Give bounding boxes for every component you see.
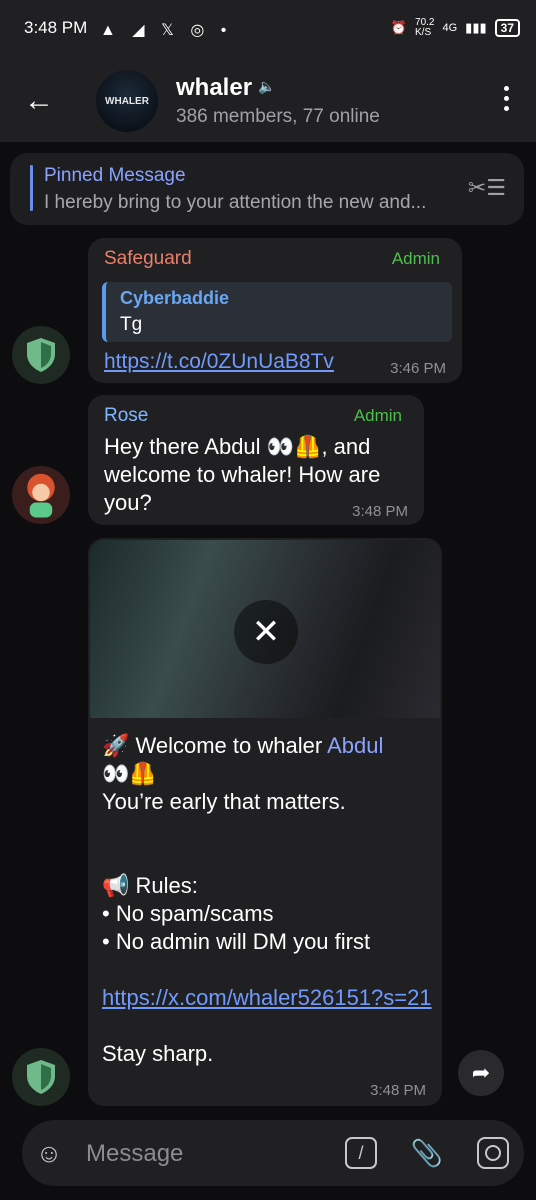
message-link[interactable]: https://t.co/0ZUnUaB8Tv [104, 348, 334, 376]
message-input[interactable]: Message [86, 1140, 183, 1168]
shield-icon [27, 1060, 55, 1094]
alarm-icon: ⏰ [390, 20, 408, 35]
rule-item: • No admin will DM you first [102, 929, 371, 954]
pin-list-icon[interactable]: ✂☰ [468, 175, 506, 201]
network-speed: 70.2 K/S [415, 17, 435, 38]
pinned-message-bar[interactable]: Pinned Message I hereby bring to your at… [10, 153, 524, 225]
message-link[interactable]: https://x.com/whaler526151?s=21 [102, 984, 432, 1012]
emoji-icon[interactable]: ☺ [30, 1134, 68, 1172]
status-time: 3:48 PM [24, 18, 88, 37]
media-preview[interactable]: ✕ [90, 540, 440, 718]
message-bubble[interactable]: Rose Admin Hey there Abdul 👀🦺, and welco… [88, 395, 424, 525]
admin-badge: Admin [353, 406, 402, 425]
signal-icon: ▮▮▮ [465, 20, 487, 35]
safeguard-avatar[interactable] [12, 326, 70, 384]
group-subtitle: 386 members, 77 online [176, 106, 380, 127]
pinned-title: Pinned Message [44, 165, 186, 186]
battery-indicator: 37 [494, 19, 520, 37]
status-right: ⏰ 70.2 K/S 4G ▮▮▮ 37 [391, 18, 520, 38]
admin-badge: Admin [391, 249, 440, 268]
pinned-indicator [30, 165, 33, 211]
forward-icon[interactable]: ➦ [458, 1050, 504, 1096]
rule-item: • No spam/scams [102, 901, 274, 926]
message-time: 3:46 PM [390, 360, 446, 377]
back-arrow-icon[interactable]: ← [24, 86, 54, 116]
message-input-bar: ☺ Message / 📎 [22, 1120, 524, 1186]
sender-name[interactable]: Safeguard [104, 248, 192, 270]
mention-name[interactable]: Abdul [327, 733, 383, 758]
early-line: You’re early that matters. [102, 789, 346, 814]
message-time: 3:48 PM [352, 503, 408, 520]
status-bar: 3:48 PM ▲ ◢ 𝕏 ◎ • ⏰ 70.2 K/S 4G ▮▮▮ 37 [0, 0, 536, 60]
camera-icon[interactable] [474, 1134, 512, 1172]
message-bubble[interactable]: ✕ 🚀 Welcome to whaler Abdul 👀🦺 You’re ea… [88, 538, 442, 1106]
chat-header: ← WHALER whaler 🔈 386 members, 77 online [0, 60, 536, 142]
rose-avatar[interactable] [12, 466, 70, 524]
reply-sender: Cyberbaddie [120, 288, 230, 308]
notification-icons: ▲ ◢ 𝕏 ◎ • [100, 22, 233, 39]
reply-quote[interactable]: Cyberbaddie Tg [102, 282, 452, 342]
woman-icon [27, 473, 55, 518]
cancel-download-icon[interactable]: ✕ [234, 600, 298, 664]
closing-line: Stay sharp. [102, 1041, 214, 1066]
welcome-prefix: 🚀 Welcome to whaler [102, 733, 328, 758]
rules-title: 📢 Rules: [102, 873, 198, 898]
network-type: 4G [442, 22, 458, 34]
message-text-block: 🚀 Welcome to whaler Abdul 👀🦺 You’re earl… [102, 732, 432, 1068]
safeguard-avatar[interactable] [12, 1048, 70, 1106]
attachment-icon[interactable]: 📎 [408, 1134, 446, 1172]
commands-icon[interactable]: / [342, 1134, 380, 1172]
reply-text: Tg [120, 314, 143, 335]
more-options-icon[interactable] [504, 86, 510, 116]
pinned-text: I hereby bring to your attention the new… [44, 192, 427, 213]
group-title[interactable]: whaler [176, 74, 252, 102]
sender-name[interactable]: Rose [104, 405, 148, 427]
message-time: 3:48 PM [370, 1082, 426, 1099]
emoji-line: 👀🦺 [102, 761, 157, 786]
welcome-line: 🚀 Welcome to whaler Abdul [102, 732, 432, 760]
mute-icon: 🔈 [258, 78, 276, 94]
group-avatar[interactable]: WHALER [96, 70, 158, 132]
shield-icon [27, 338, 55, 372]
message-bubble[interactable]: Safeguard Admin Cyberbaddie Tg https://t… [88, 238, 462, 383]
